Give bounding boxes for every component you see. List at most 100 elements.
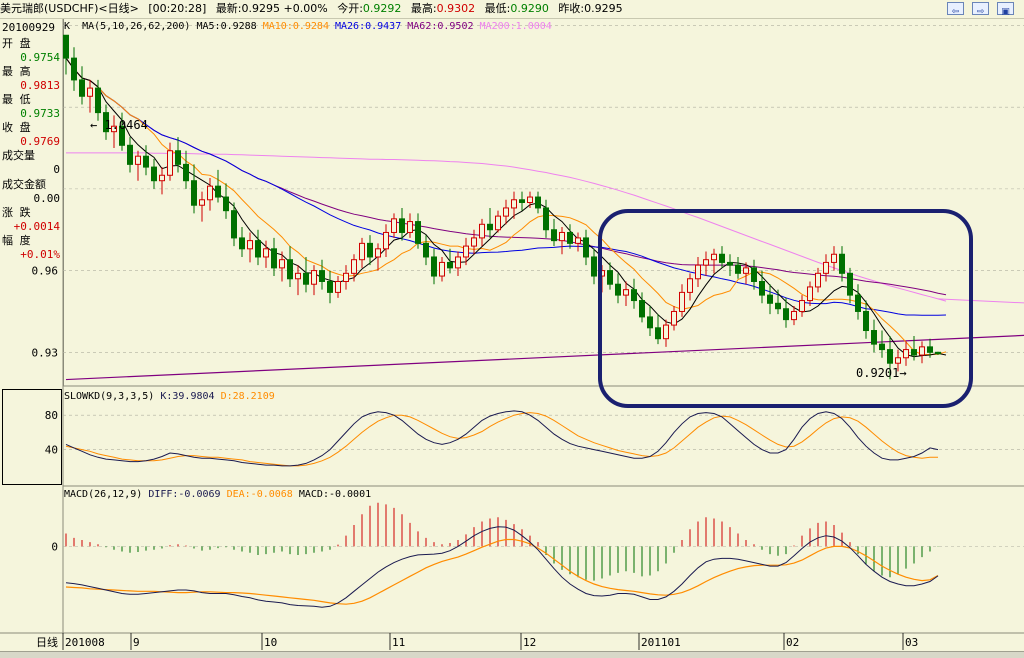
- candle-body: [264, 249, 269, 257]
- x-tick-label: 03: [905, 636, 918, 649]
- candle-body: [216, 186, 221, 197]
- candle-body: [784, 309, 789, 320]
- candle-body: [568, 232, 573, 243]
- macd-header: MACD(26,12,9) DIFF:-0.0069 DEA:-0.0068 M…: [64, 489, 371, 500]
- candle-body: [344, 273, 349, 281]
- candle-body: [616, 284, 621, 295]
- x-tick-label: 12: [523, 636, 536, 649]
- candle-body: [608, 271, 613, 285]
- candle-body: [576, 238, 581, 243]
- candle-body: [648, 317, 653, 328]
- candle-body: [728, 262, 733, 265]
- period-label: 日线: [36, 635, 58, 649]
- candle-body: [704, 260, 709, 265]
- candle-body: [736, 265, 741, 273]
- candle-body: [864, 311, 869, 330]
- candle-body: [128, 145, 133, 164]
- y-tick-label: 0.96: [32, 265, 59, 278]
- candle-body: [280, 260, 285, 268]
- candle-body: [832, 254, 837, 262]
- candle-body: [688, 279, 693, 293]
- y-tick-label: 40: [45, 444, 58, 457]
- candle-body: [888, 350, 893, 364]
- candle-body: [400, 219, 405, 233]
- candle-body: [176, 151, 181, 165]
- candle-body: [136, 156, 141, 164]
- candle-body: [664, 325, 669, 339]
- candle-body: [848, 273, 853, 295]
- candle-body: [480, 224, 485, 238]
- candle-body: [88, 88, 93, 96]
- chart-grid: [0, 19, 1024, 633]
- candle-body: [880, 344, 885, 349]
- candle-body: [840, 254, 845, 273]
- macd-panel: [66, 503, 938, 607]
- candle-body: [592, 257, 597, 276]
- candle-body: [904, 350, 909, 358]
- candle-body: [200, 200, 205, 205]
- x-tick-label: 10: [264, 636, 277, 649]
- candle-body: [160, 175, 165, 180]
- candle-body: [336, 281, 341, 292]
- x-axis: 日线20100891011122011010203: [36, 633, 918, 650]
- candle-body: [304, 273, 309, 284]
- candle-body: [488, 224, 493, 229]
- x-tick-label: 9: [133, 636, 140, 649]
- candle-body: [248, 241, 253, 249]
- candle-body: [352, 260, 357, 274]
- candle-body: [936, 352, 941, 353]
- candle-body: [560, 232, 565, 240]
- candle-body: [392, 219, 397, 233]
- candle-body: [744, 268, 749, 273]
- candle-body: [680, 292, 685, 311]
- candle-body: [368, 243, 373, 257]
- x-tick-label: 11: [392, 636, 405, 649]
- high-marker-label: ← 1.0464: [90, 118, 148, 132]
- candle-body: [208, 186, 213, 200]
- candle-body: [896, 358, 901, 363]
- candle-body: [504, 208, 509, 216]
- candle-body: [584, 238, 589, 257]
- x-tick-label: 02: [786, 636, 799, 649]
- candle-body: [696, 265, 701, 279]
- candle-body: [824, 262, 829, 273]
- candle-body: [872, 331, 877, 345]
- candle-body: [440, 262, 445, 276]
- y-tick-label: 0: [51, 540, 58, 553]
- candle-body: [624, 290, 629, 295]
- candle-body: [312, 271, 317, 285]
- candle-body: [472, 238, 477, 246]
- low-marker-label: 0.9201→: [856, 366, 907, 380]
- candle-body: [224, 197, 229, 211]
- candle-body: [632, 290, 637, 301]
- macd-dea-line: [66, 540, 938, 605]
- candle-body: [712, 254, 717, 259]
- candle-body: [232, 211, 237, 238]
- candle-body: [328, 281, 333, 292]
- candle-body: [360, 243, 365, 259]
- candle-body: [64, 35, 69, 58]
- axis-labels: 0.96 0.93 80 40 0: [32, 265, 59, 554]
- candle-body: [376, 249, 381, 257]
- candle-body: [72, 58, 77, 80]
- candle-body: [512, 200, 517, 208]
- candle-body: [384, 232, 389, 248]
- candle-body: [920, 347, 925, 355]
- candle-body: [496, 216, 501, 230]
- candle-body: [856, 295, 861, 311]
- ma200-line: [66, 153, 946, 301]
- price-chart[interactable]: 日线20100891011122011010203 0.960.9380400 …: [0, 0, 1024, 651]
- candle-body: [184, 164, 189, 180]
- candle-body: [296, 273, 301, 278]
- candle-body: [288, 260, 293, 279]
- y-tick-label: 0.93: [32, 346, 59, 359]
- candlestick-panel: [64, 35, 1024, 379]
- y-tick-label: 80: [45, 409, 58, 422]
- candle-body: [192, 181, 197, 206]
- ma26-line: [66, 58, 946, 315]
- candle-body: [464, 246, 469, 257]
- candle-body: [792, 311, 797, 319]
- candle-body: [520, 200, 525, 203]
- candle-body: [720, 254, 725, 262]
- candle-body: [432, 257, 437, 276]
